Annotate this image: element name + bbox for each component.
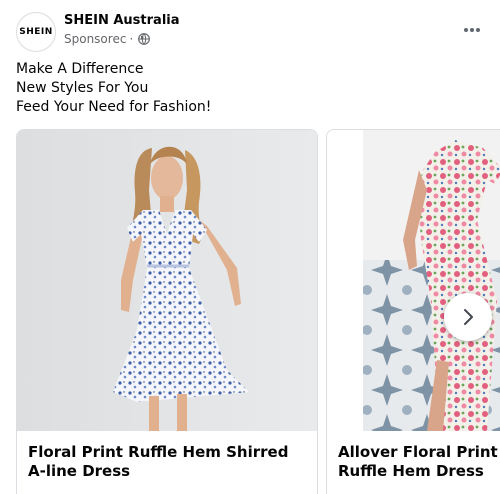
avatar-logo-text: SHEIN xyxy=(19,27,53,37)
product-photo-pink-floral-dress[interactable] xyxy=(327,130,500,431)
post-meta: Sponsorec · xyxy=(64,32,151,46)
chevron-right-icon xyxy=(464,309,473,325)
product-carousel: Floral Print Ruffle Hem Shirred A-line D… xyxy=(16,129,500,494)
caption-line-1: Make A Difference xyxy=(16,61,144,77)
page-name-link[interactable]: SHEIN Australia xyxy=(64,13,180,28)
carousel-card-1[interactable]: Floral Print Ruffle Hem Shirred A-line D… xyxy=(16,129,318,494)
caption-line-2: New Styles For You xyxy=(16,80,149,96)
sponsored-label[interactable]: Sponsorec xyxy=(64,32,126,46)
product-photo-blue-floral-dress[interactable] xyxy=(17,130,317,431)
globe-icon[interactable] xyxy=(138,33,151,45)
product-title[interactable]: Floral Print Ruffle Hem Shirred A-line D… xyxy=(28,443,308,481)
product-title[interactable]: Allover Floral Print Ruffle Hem Dress xyxy=(338,443,500,481)
more-options-icon[interactable] xyxy=(460,20,484,40)
caption-line-3: Feed Your Need for Fashion! xyxy=(16,99,212,115)
page-avatar[interactable]: SHEIN xyxy=(16,12,56,52)
post-header: SHEIN SHEIN Australia Sponsorec · xyxy=(16,12,484,52)
meta-separator: · xyxy=(129,32,134,46)
post-caption: Make A Difference New Styles For You Fee… xyxy=(16,60,211,117)
carousel-next-button[interactable] xyxy=(444,293,492,341)
